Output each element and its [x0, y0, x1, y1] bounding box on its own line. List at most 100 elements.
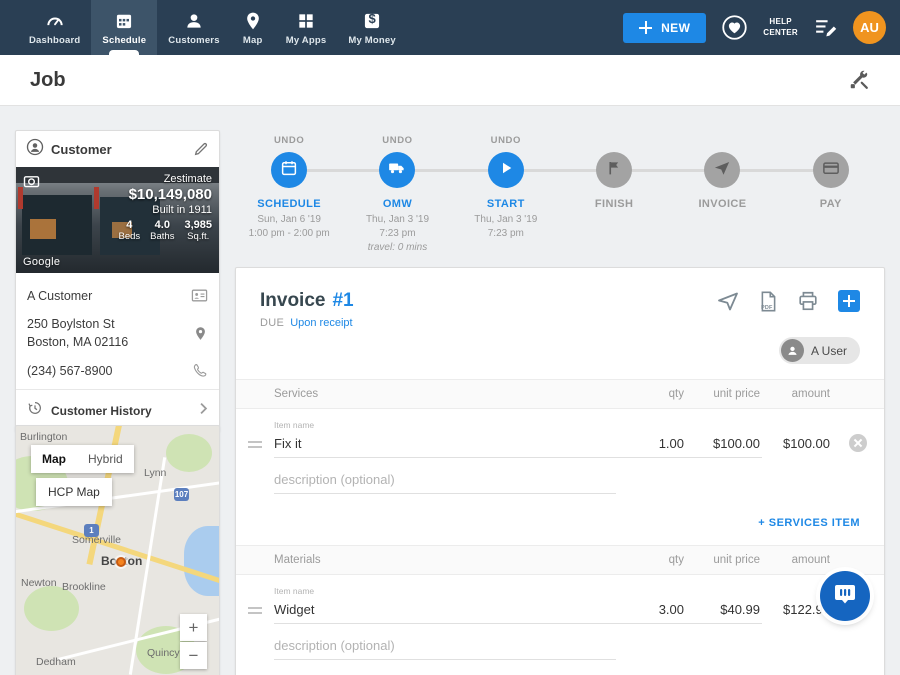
job-progress-stepper: UNDO SCHEDULE Sun, Jan 6 '19 1:00 pm - 2… [235, 135, 885, 255]
service-qty-input[interactable] [616, 432, 686, 457]
service-unit-price-input[interactable] [686, 432, 762, 457]
job-location-marker[interactable] [116, 557, 126, 567]
property-photo: Zestimate $10,149,080 Built in 1911 4Bed… [16, 167, 219, 273]
property-stats: 4Beds 4.0Baths 3,985Sq.ft. [119, 219, 212, 242]
finish-step-button[interactable] [596, 152, 632, 188]
add-service-item-link[interactable]: + SERVICES ITEM [758, 517, 860, 529]
map-label-burlington: Burlington [20, 431, 67, 443]
nav-item-my-money[interactable]: $ My Money [337, 0, 407, 55]
invoice-step-button[interactable] [704, 152, 740, 188]
step-detail: Thu, Jan 3 '19 7:23 pm travel: 0 mins [366, 213, 429, 255]
step-label: PAY [820, 198, 842, 210]
due-row: DUE Upon receipt [260, 317, 860, 329]
pdf-icon[interactable]: PDF [759, 291, 778, 312]
unit-price-column-header: unit price [686, 554, 762, 566]
service-name-input[interactable] [274, 432, 616, 457]
due-terms-link[interactable]: Upon receipt [290, 317, 352, 329]
material-name-input[interactable] [274, 598, 616, 623]
baths-value: 4.0 [150, 219, 174, 231]
primary-nav: Dashboard Schedule Customers Map [0, 0, 407, 55]
map-type-map-button[interactable]: Map [31, 445, 77, 473]
step-label: OMW [383, 198, 412, 210]
chat-bubble-icon [833, 582, 857, 611]
step-detail: Sun, Jan 6 '19 1:00 pm - 2:00 pm [249, 213, 330, 241]
undo-schedule-link[interactable]: UNDO [274, 135, 304, 148]
route-shield-1: 1 [84, 524, 99, 537]
mini-map[interactable]: Burlington Lynn Somerville Boston Newton… [15, 425, 220, 675]
step-label: FINISH [595, 198, 633, 210]
invoice-title: Invoice [260, 290, 325, 312]
material-item-row: Item name $122.97 [236, 575, 884, 624]
pay-step-button[interactable] [813, 152, 849, 188]
map-pin-icon [242, 10, 264, 32]
dollar-glyph: $ [361, 11, 383, 26]
print-icon[interactable] [797, 290, 819, 312]
customer-name: A Customer [27, 289, 92, 303]
step-label: INVOICE [698, 198, 746, 210]
assignee-avatar-icon [781, 339, 804, 362]
schedule-icon [113, 10, 135, 32]
drag-handle-icon[interactable] [236, 607, 274, 624]
notes-pencil-icon[interactable] [813, 15, 838, 40]
health-heart-icon[interactable] [721, 14, 748, 41]
chevron-right-icon [199, 402, 208, 420]
edit-pencil-icon[interactable] [193, 141, 209, 157]
contact-card-icon[interactable] [191, 288, 208, 303]
undo-start-link[interactable]: UNDO [491, 135, 521, 148]
beds-label: Beds [119, 231, 141, 242]
user-avatar[interactable]: AU [853, 11, 886, 44]
hcp-map-button[interactable]: HCP Map [36, 478, 112, 506]
job-tools-icon[interactable] [848, 69, 870, 91]
map-type-hybrid-button[interactable]: Hybrid [77, 445, 134, 473]
map-water [184, 526, 220, 596]
drag-handle-icon[interactable] [236, 441, 274, 458]
undo-omw-link[interactable]: UNDO [382, 135, 412, 148]
paper-plane-icon [713, 159, 731, 182]
streetview-camera-icon[interactable] [23, 174, 40, 193]
customer-circle-icon [26, 138, 44, 161]
calendar-icon [280, 159, 298, 182]
job-header-bar: Job [0, 55, 900, 106]
route-shield-107: 107 [174, 488, 189, 501]
nav-right-cluster: NEW HELP CENTER AU [623, 0, 900, 55]
nav-item-my-apps[interactable]: My Apps [275, 0, 338, 55]
step-omw: UNDO OMW Thu, Jan 3 '19 7:23 pm travel: … [343, 135, 451, 255]
chat-launcher-button[interactable] [820, 571, 870, 621]
material-qty-input[interactable] [616, 598, 686, 623]
remove-service-item-button[interactable] [849, 434, 867, 452]
zestimate-value: $10,149,080 [119, 186, 212, 203]
omw-step-button[interactable] [379, 152, 415, 188]
nav-item-dashboard[interactable]: Dashboard [18, 0, 91, 55]
apps-grid-icon [295, 10, 317, 32]
step-invoice: INVOICE [668, 135, 776, 255]
plus-icon [639, 21, 652, 34]
assignee-chip[interactable]: A User [779, 337, 860, 364]
step-finish: FINISH [560, 135, 668, 255]
start-step-button[interactable] [488, 152, 524, 188]
help-center-link[interactable]: HELP CENTER [763, 17, 798, 39]
customers-icon [183, 10, 205, 32]
new-button[interactable]: NEW [623, 13, 706, 43]
nav-item-map[interactable]: Map [231, 0, 275, 55]
nav-label: My Apps [286, 35, 327, 46]
map-park [166, 434, 212, 472]
pdf-label: PDF [761, 305, 773, 311]
customer-card: Customer Zestimate $10,149,080 Built in … [15, 130, 220, 432]
sqft-value: 3,985 [184, 219, 212, 231]
services-section-label: Services [274, 388, 616, 400]
schedule-step-button[interactable] [271, 152, 307, 188]
material-unit-price-input[interactable] [686, 598, 762, 623]
service-description-input[interactable] [274, 468, 616, 493]
nav-item-schedule[interactable]: Schedule [91, 0, 157, 55]
step-detail: Thu, Jan 3 '19 7:23 pm [474, 213, 537, 241]
page-title: Job [30, 69, 66, 92]
nav-item-customers[interactable]: Customers [157, 0, 230, 55]
material-description-input[interactable] [274, 634, 616, 659]
zoom-out-button[interactable]: − [180, 642, 207, 669]
add-invoice-button[interactable] [838, 290, 860, 312]
phone-icon[interactable] [192, 363, 208, 379]
zoom-in-button[interactable]: + [180, 614, 207, 641]
send-invoice-icon[interactable] [716, 289, 740, 313]
location-pin-icon[interactable] [193, 325, 208, 342]
map-label-newton: Newton [21, 577, 57, 589]
